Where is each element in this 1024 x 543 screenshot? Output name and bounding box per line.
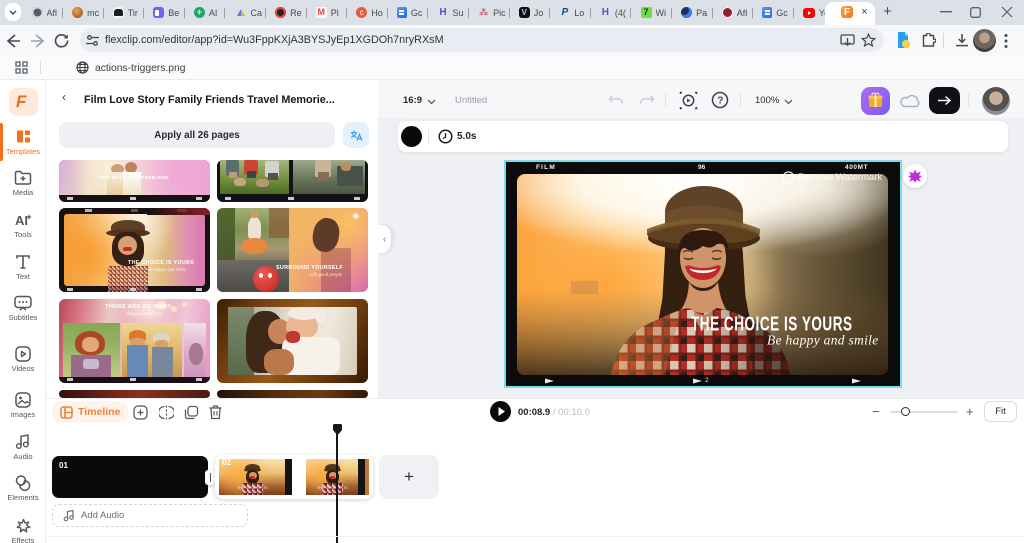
svg-text:Be happy and smile: Be happy and smile bbox=[767, 333, 879, 348]
svg-text:?: ? bbox=[717, 96, 723, 107]
svg-text:?: ? bbox=[787, 173, 792, 182]
svg-text:AI: AI bbox=[15, 213, 28, 228]
